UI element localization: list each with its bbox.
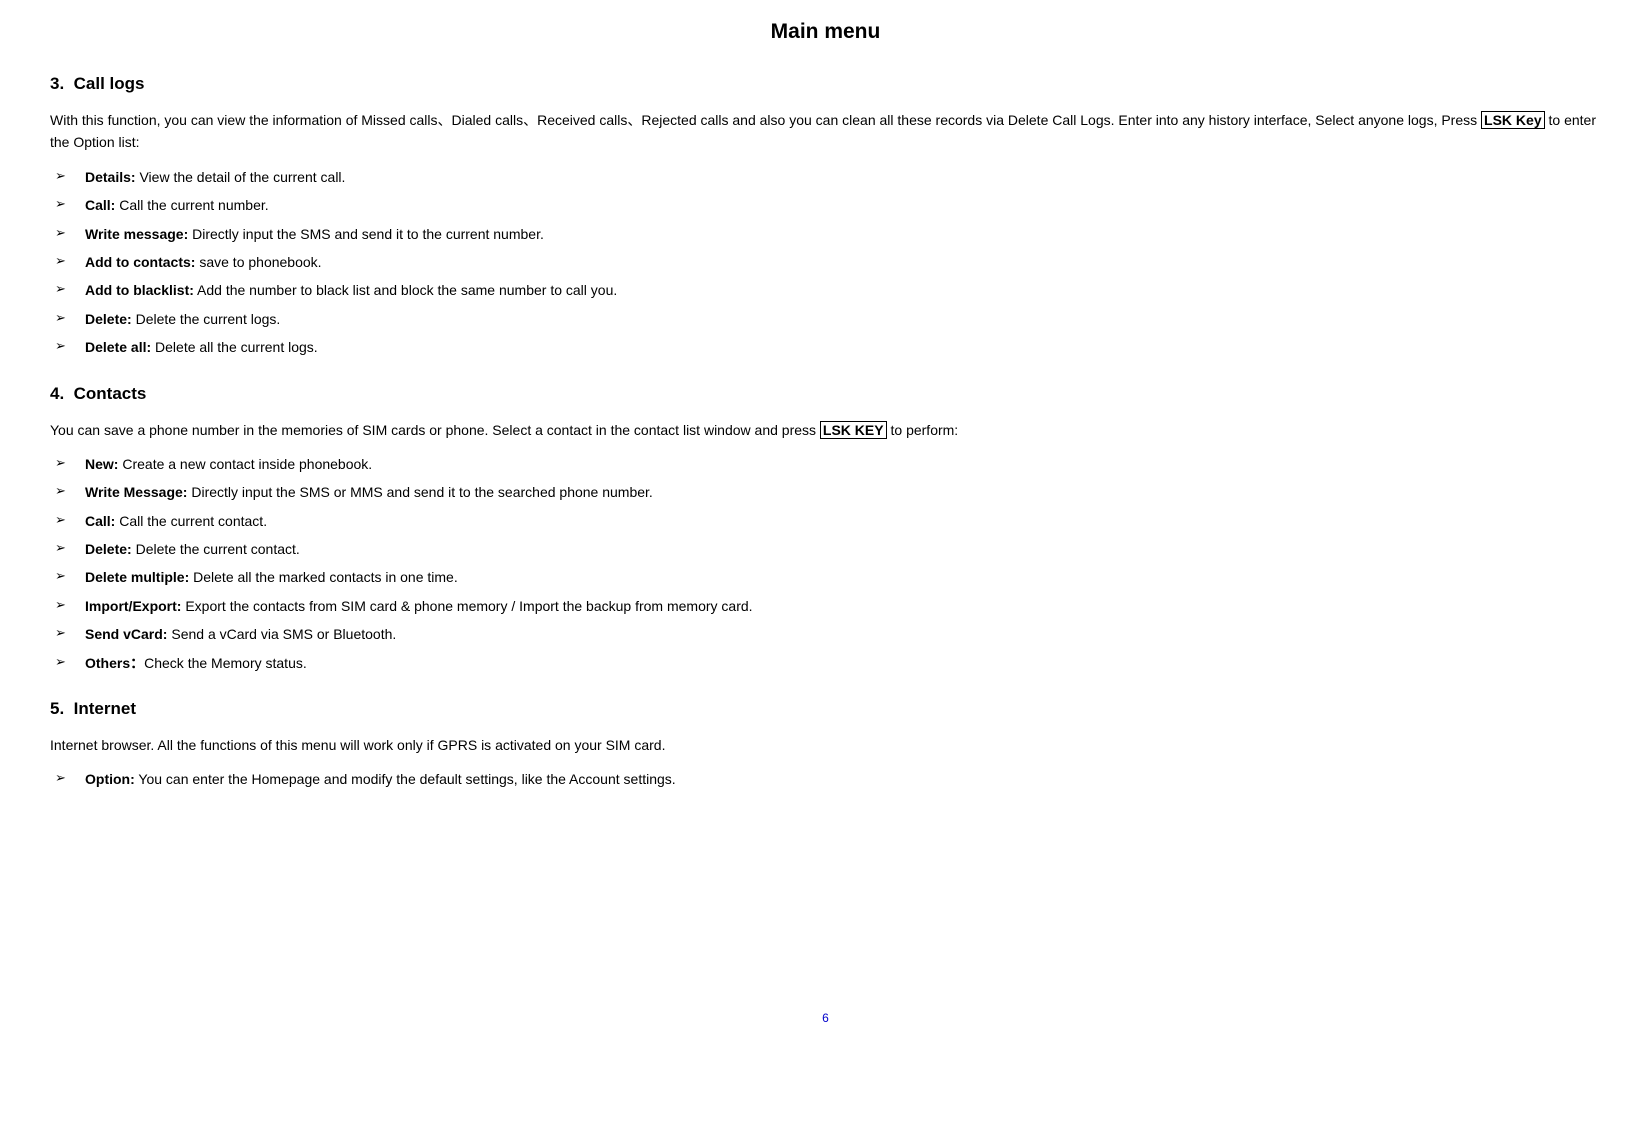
- list-item: Send vCard: Send a vCard via SMS or Blue…: [50, 623, 1601, 645]
- list-item: Call: Call the current contact.: [50, 510, 1601, 532]
- bullet-desc: Delete the current contact.: [132, 541, 300, 557]
- bullet-term: Delete multiple:: [85, 569, 189, 585]
- section-heading-contacts: 4. Contacts: [50, 384, 1601, 404]
- list-item: Add to blacklist: Add the number to blac…: [50, 279, 1601, 301]
- bullet-desc: Add the number to black list and block t…: [194, 282, 617, 298]
- bullet-desc: Check the Memory status.: [144, 655, 307, 671]
- list-item: Add to contacts: save to phonebook.: [50, 251, 1601, 273]
- bullet-desc: Delete all the current logs.: [151, 339, 318, 355]
- bullet-desc: Delete the current logs.: [132, 311, 281, 327]
- list-call-logs: Details: View the detail of the current …: [50, 166, 1601, 359]
- section-heading-internet: 5. Internet: [50, 699, 1601, 719]
- section-title-internet: Internet: [74, 699, 136, 718]
- section-number-call-logs: 3.: [50, 74, 64, 93]
- section-title-contacts: Contacts: [74, 384, 147, 403]
- intro-text-contacts-1: You can save a phone number in the memor…: [50, 422, 820, 438]
- list-item: Details: View the detail of the current …: [50, 166, 1601, 188]
- list-item: New: Create a new contact inside phonebo…: [50, 453, 1601, 475]
- page-number: 6: [50, 1011, 1601, 1025]
- bullet-desc: View the detail of the current call.: [136, 169, 346, 185]
- list-contacts: New: Create a new contact inside phonebo…: [50, 453, 1601, 674]
- section-number-contacts: 4.: [50, 384, 64, 403]
- list-item: Call: Call the current number.: [50, 194, 1601, 216]
- section-intro-contacts: You can save a phone number in the memor…: [50, 419, 1601, 441]
- bullet-desc: Directly input the SMS and send it to th…: [188, 226, 544, 242]
- bullet-term: Call:: [85, 513, 115, 529]
- section-intro-call-logs: With this function, you can view the inf…: [50, 109, 1601, 154]
- bullet-term: Send vCard:: [85, 626, 167, 642]
- lsk-key-box-1: LSK Key: [1481, 111, 1545, 129]
- bullet-term: Delete:: [85, 541, 132, 557]
- list-item: Delete all: Delete all the current logs.: [50, 336, 1601, 358]
- list-item: Option: You can enter the Homepage and m…: [50, 768, 1601, 790]
- bullet-term: Call:: [85, 197, 115, 213]
- list-item: Others：Check the Memory status.: [50, 652, 1601, 674]
- bullet-term: Write message:: [85, 226, 188, 242]
- bullet-term: Details:: [85, 169, 136, 185]
- bullet-term: Write Message:: [85, 484, 187, 500]
- list-item: Delete multiple: Delete all the marked c…: [50, 566, 1601, 588]
- list-item: Import/Export: Export the contacts from …: [50, 595, 1601, 617]
- bullet-term: Add to blacklist:: [85, 282, 194, 298]
- intro-text-call-logs-1: With this function, you can view the inf…: [50, 112, 1481, 128]
- bullet-desc: Export the contacts from SIM card & phon…: [181, 598, 752, 614]
- bullet-term: Import/Export:: [85, 598, 181, 614]
- list-item: Delete: Delete the current logs.: [50, 308, 1601, 330]
- bullet-desc: Send a vCard via SMS or Bluetooth.: [167, 626, 396, 642]
- bullet-desc: save to phonebook.: [195, 254, 321, 270]
- bullet-desc: Call the current contact.: [115, 513, 267, 529]
- list-item: Write Message: Directly input the SMS or…: [50, 481, 1601, 503]
- section-number-internet: 5.: [50, 699, 64, 718]
- list-item: Delete: Delete the current contact.: [50, 538, 1601, 560]
- bullet-term: Delete:: [85, 311, 132, 327]
- bullet-desc: Call the current number.: [115, 197, 268, 213]
- lsk-key-box-2: LSK KEY: [820, 421, 887, 439]
- bullet-term: Delete all:: [85, 339, 151, 355]
- bullet-desc: You can enter the Homepage and modify th…: [135, 771, 676, 787]
- section-heading-call-logs: 3. Call logs: [50, 74, 1601, 94]
- intro-text-contacts-2: to perform:: [887, 422, 959, 438]
- bullet-desc: Create a new contact inside phonebook.: [118, 456, 372, 472]
- bullet-term: Others：: [85, 655, 144, 671]
- bullet-term: New:: [85, 456, 118, 472]
- bullet-term: Option:: [85, 771, 135, 787]
- page-title: Main menu: [50, 20, 1601, 44]
- section-title-call-logs: Call logs: [74, 74, 145, 93]
- list-internet: Option: You can enter the Homepage and m…: [50, 768, 1601, 790]
- section-intro-internet: Internet browser. All the functions of t…: [50, 734, 1601, 756]
- list-item: Write message: Directly input the SMS an…: [50, 223, 1601, 245]
- bullet-term: Add to contacts:: [85, 254, 195, 270]
- bullet-desc: Directly input the SMS or MMS and send i…: [187, 484, 652, 500]
- bullet-desc: Delete all the marked contacts in one ti…: [189, 569, 457, 585]
